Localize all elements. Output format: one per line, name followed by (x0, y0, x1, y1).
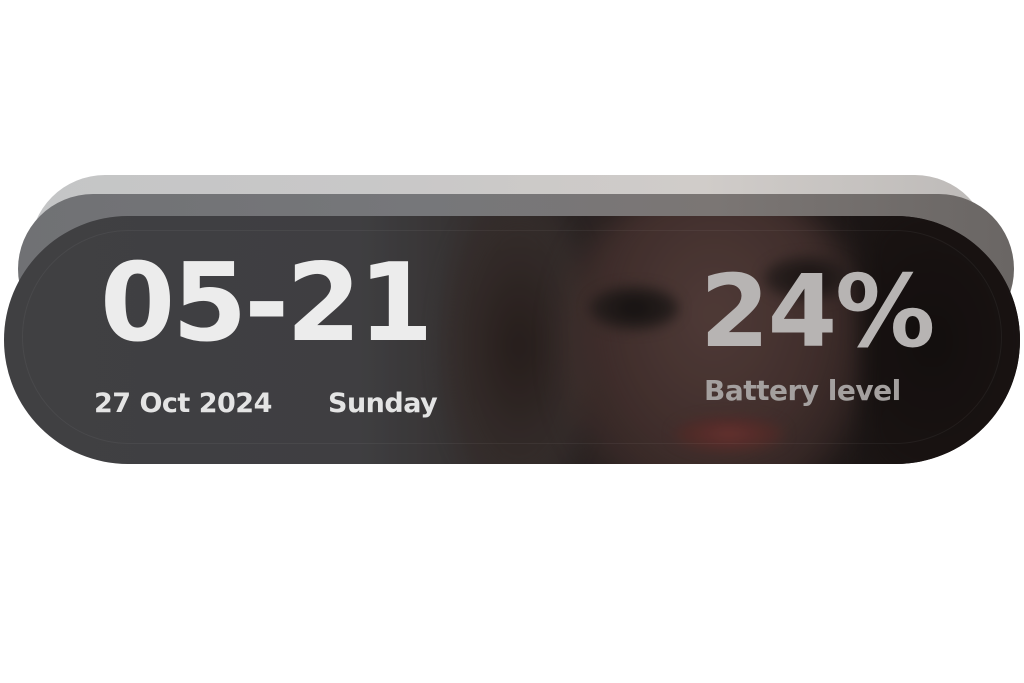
clock-weekday: Sunday (328, 388, 438, 419)
battery-label: Battery level (704, 374, 901, 407)
clock-date: 27 Oct 2024 (94, 388, 272, 419)
widget-stage: 05-21 27 Oct 2024 Sunday 24% Battery lev… (0, 0, 1024, 683)
battery-percentage: 24% (700, 253, 935, 370)
clock-time: 05-21 (100, 241, 433, 366)
